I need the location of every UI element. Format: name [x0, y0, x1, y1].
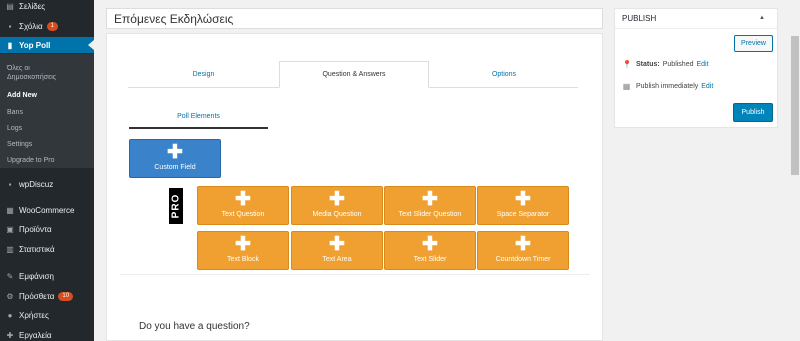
tab-questions-answers[interactable]: Question & Answers: [279, 61, 429, 88]
poll-icon: ▮: [7, 40, 13, 50]
plugins-count-badge: 10: [58, 291, 74, 301]
users-icon: ●: [7, 310, 13, 320]
woocommerce-icon: ▦: [6, 205, 14, 215]
sidebar-item-products[interactable]: ▣ Προϊόντα: [0, 221, 94, 237]
plugins-icon: ⚙: [6, 291, 14, 301]
custom-field-button[interactable]: ✚ Custom Field: [129, 139, 221, 178]
products-icon: ▣: [6, 224, 14, 234]
sidebar-item-label: wpDiscuz: [19, 179, 54, 189]
status-row: 📍 Status: Published Edit: [622, 60, 709, 69]
button-label: Space Separator: [496, 211, 550, 218]
text-block-button[interactable]: ✚ Text Block: [197, 231, 289, 270]
plus-icon: ✚: [167, 142, 183, 163]
button-label: Text Block: [227, 256, 259, 263]
scrollbar-thumb[interactable]: [791, 36, 799, 175]
submenu-all-polls-line1: Όλες οι: [7, 65, 30, 72]
admin-sidebar: ▤ Σελίδες ▪ Σχόλια 1 ▮ Yop Poll Όλες οι …: [0, 0, 94, 341]
plus-icon: ✚: [515, 234, 531, 255]
submenu-upgrade[interactable]: Upgrade to Pro: [7, 156, 54, 165]
space-separator-button[interactable]: ✚ Space Separator: [477, 186, 569, 225]
pro-badge: PRO: [169, 188, 183, 224]
sidebar-item-wpdiscuz[interactable]: ▪ wpDiscuz: [0, 176, 94, 192]
pages-icon: ▤: [6, 1, 14, 11]
status-value: Published: [662, 61, 694, 68]
sidebar-item-comments[interactable]: ▪ Σχόλια 1: [0, 18, 94, 34]
publish-header[interactable]: PUBLISH ▲: [615, 9, 777, 29]
sidebar-item-label: Πρόσθετα: [19, 291, 55, 301]
edit-publish-time-link[interactable]: Edit: [701, 83, 713, 90]
publish-time-value: Publish immediately: [636, 83, 699, 90]
sidebar-item-label: Εμφάνιση: [19, 271, 54, 281]
tools-icon: ✚: [6, 330, 14, 340]
media-question-button[interactable]: ✚ Media Question: [291, 186, 383, 225]
discuz-icon: ▪: [8, 179, 12, 189]
caret-up-icon[interactable]: ▲: [759, 15, 765, 21]
publish-header-label: PUBLISH: [622, 14, 657, 23]
countdown-timer-button[interactable]: ✚ Countdown Timer: [477, 231, 569, 270]
pin-icon: 📍: [622, 60, 632, 69]
submenu-logs[interactable]: Logs: [7, 124, 22, 133]
publish-button[interactable]: Publish: [733, 103, 773, 122]
question-text[interactable]: Do you have a question?: [139, 321, 250, 332]
sidebar-item-users[interactable]: ● Χρήστες: [0, 307, 94, 323]
publish-time-row: ▦ Publish immediately Edit: [622, 82, 714, 91]
text-slider-question-button[interactable]: ✚ Text Slider Question: [384, 186, 476, 225]
sidebar-item-label: WooCommerce: [19, 205, 75, 215]
custom-field-label: Custom Field: [154, 164, 196, 171]
pro-label: PRO: [170, 193, 182, 219]
sidebar-item-label: Προϊόντα: [19, 224, 52, 234]
active-menu-arrow: [88, 40, 94, 50]
submenu-bans[interactable]: Bans: [7, 108, 23, 117]
poll-title-input[interactable]: Επόμενες Εκδηλώσεις: [106, 8, 603, 29]
calendar-icon: ▦: [622, 82, 631, 91]
plus-icon: ✚: [422, 189, 438, 210]
stats-icon: ▥: [6, 244, 14, 254]
editor-tabs: Design Question & Answers Options: [128, 61, 578, 88]
sidebar-item-tools[interactable]: ✚ Εργαλεία: [0, 327, 94, 341]
submenu-settings[interactable]: Settings: [7, 140, 32, 149]
sidebar-item-woocommerce[interactable]: ▦ WooCommerce: [0, 202, 94, 218]
section-divider: [120, 274, 590, 275]
sidebar-item-label: Σχόλια: [19, 21, 43, 31]
plus-icon: ✚: [235, 234, 251, 255]
submenu-add-new[interactable]: Add New: [7, 91, 37, 100]
plus-icon: ✚: [422, 234, 438, 255]
plus-icon: ✚: [515, 189, 531, 210]
text-question-button[interactable]: ✚ Text Question: [197, 186, 289, 225]
comments-icon: ▪: [8, 21, 12, 31]
button-label: Text Question: [221, 211, 265, 218]
poll-elements-tab[interactable]: Poll Elements: [129, 111, 268, 129]
plus-icon: ✚: [329, 234, 345, 255]
publish-box: PUBLISH ▲ Preview 📍 Status: Published Ed…: [614, 8, 778, 128]
sidebar-item-pages[interactable]: ▤ Σελίδες: [0, 0, 94, 14]
appearance-icon: ✎: [6, 271, 14, 281]
sidebar-item-yop-poll[interactable]: ▮ Yop Poll: [0, 37, 94, 53]
text-slider-button[interactable]: ✚ Text Slider: [384, 231, 476, 270]
submenu-all-polls-line2: Δημοσκοπήσεις: [7, 74, 57, 81]
sidebar-item-stats[interactable]: ▥ Στατιστικά: [0, 241, 94, 257]
tab-design[interactable]: Design: [128, 61, 279, 88]
button-label: Countdown Timer: [495, 256, 551, 263]
sidebar-item-appearance[interactable]: ✎ Εμφάνιση: [0, 268, 94, 284]
button-label: Text Slider: [413, 256, 447, 263]
edit-status-link[interactable]: Edit: [696, 61, 708, 68]
submenu-all-polls[interactable]: Όλες οι Δημοσκοπήσεις: [7, 64, 56, 82]
sidebar-item-label: Χρήστες: [19, 310, 49, 320]
plus-icon: ✚: [329, 189, 345, 210]
sidebar-item-plugins[interactable]: ⚙ Πρόσθετα 10: [0, 288, 94, 304]
tab-options[interactable]: Options: [429, 61, 579, 88]
status-label: Status:: [636, 61, 660, 68]
sidebar-item-label: Yop Poll: [19, 40, 51, 50]
comments-count-badge: 1: [46, 21, 58, 31]
sidebar-item-label: Εργαλεία: [19, 330, 52, 340]
preview-button[interactable]: Preview: [734, 35, 773, 52]
text-area-button[interactable]: ✚ Text Area: [291, 231, 383, 270]
sidebar-item-label: Σελίδες: [19, 1, 46, 11]
button-label: Media Question: [312, 211, 362, 218]
button-label: Text Area: [322, 256, 352, 263]
yop-poll-submenu: Όλες οι Δημοσκοπήσεις Add New Bans Logs …: [0, 54, 94, 168]
button-label: Text Slider Question: [398, 211, 462, 218]
plus-icon: ✚: [235, 189, 251, 210]
sidebar-item-label: Στατιστικά: [19, 244, 55, 254]
